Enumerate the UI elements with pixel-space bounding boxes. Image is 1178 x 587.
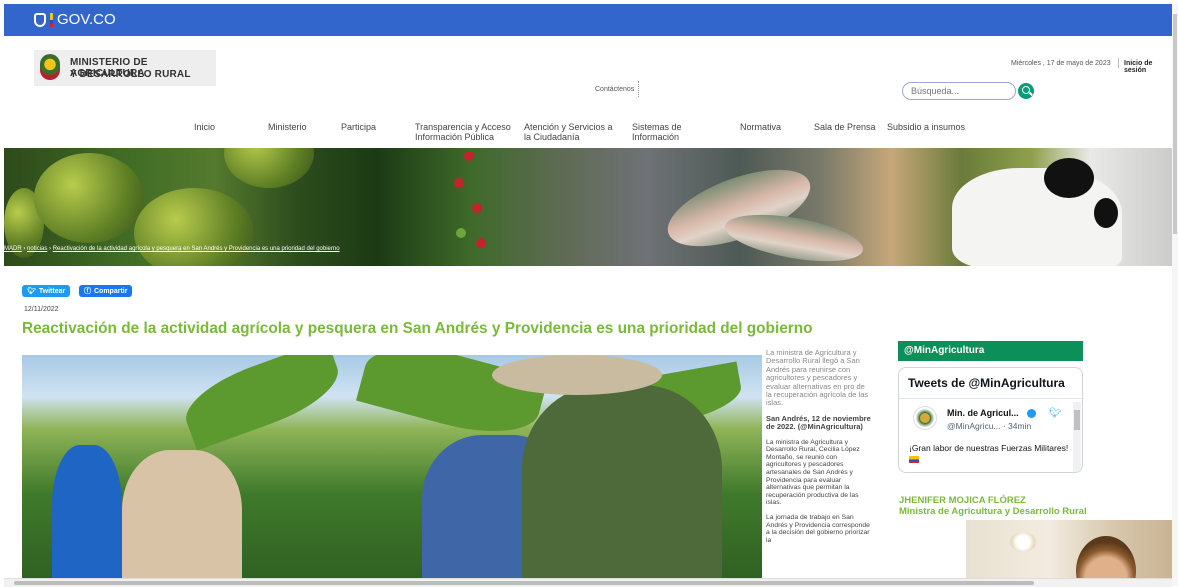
facebook-share-label: Compartir (94, 287, 128, 295)
nav-label: Transparencia y Acceso (415, 122, 511, 132)
person-figure (122, 450, 242, 586)
twitter-widget-header[interactable]: @MinAgricultura (898, 341, 1083, 361)
coat-of-arms-icon (40, 54, 60, 80)
facebook-icon: ⓕ (84, 288, 91, 295)
minister-info: JHENIFER MOJICA FLÓREZ Ministra de Agric… (899, 495, 1087, 517)
twitter-bird-icon[interactable]: 🐦︎ (1049, 408, 1062, 419)
twitter-icon: 🐦︎ (27, 288, 36, 295)
hat (492, 355, 662, 395)
site-header: MINISTERIO DE AGRICULTURA Y DESARROLLO R… (4, 36, 1172, 148)
tweet-text: ¡Gran labor de nuestras Fuerzas Militare… (909, 443, 1069, 465)
ministry-logo[interactable]: MINISTERIO DE AGRICULTURA Y DESARROLLO R… (34, 50, 216, 86)
calf-spot (1044, 158, 1094, 198)
calf-spot (1094, 198, 1118, 228)
person-figure (52, 445, 122, 586)
nav-label-line2: la Ciudadanía (524, 132, 580, 142)
tweet-handle[interactable]: @MinAgricu... · 34min (947, 421, 1031, 431)
contact-separator (638, 81, 639, 97)
nav-item-sistemas[interactable]: Sistemas de Información (632, 122, 682, 142)
nav-label: Atención y Servicios a (524, 122, 613, 132)
nav-label: Normativa (740, 122, 782, 132)
coffee-berry (456, 228, 466, 238)
nav-item-participa[interactable]: Participa (341, 122, 376, 132)
twitter-timeline-title[interactable]: Tweets de @MinAgricultura (908, 376, 1065, 390)
article-side-text: La ministra de Agricultura y Desarrollo … (766, 348, 872, 551)
nav-label-line2: Información (632, 132, 680, 142)
coffee-berry (454, 178, 464, 188)
search-box[interactable] (902, 82, 1016, 100)
nav-label: Sistemas de (632, 122, 682, 132)
nav-item-normativa[interactable]: Normativa (740, 122, 781, 132)
login-link[interactable]: Inicio de sesión (1124, 60, 1172, 74)
verified-icon (1027, 409, 1036, 418)
current-date: Miércoles , 17 de mayo de 2023 (1011, 60, 1111, 67)
coffee-berry (476, 238, 486, 248)
contact-link[interactable]: Contáctenos (595, 86, 634, 93)
nav-label-line2: Información Pública (415, 132, 495, 142)
header-separator (1118, 58, 1119, 68)
vertical-scrollbar[interactable] (1172, 4, 1178, 586)
breadcrumb-section[interactable]: noticias (27, 246, 47, 252)
article-date: 12/11/2022 (24, 306, 59, 313)
avocado-image (224, 148, 314, 188)
minister-name: JHENIFER MOJICA FLÓREZ (899, 495, 1026, 506)
gov-co-bar: GOV.CO (4, 4, 1172, 36)
nav-item-subsidio[interactable]: Subsidio a insumos (887, 122, 965, 132)
nav-label: Inicio (194, 122, 216, 132)
gov-co-logo[interactable]: GOV.CO (34, 11, 116, 28)
chandelier (1010, 532, 1036, 552)
coffee-berry (472, 203, 482, 213)
colombia-flag-icon (909, 456, 919, 464)
nav-item-sala-prensa[interactable]: Sala de Prensa (814, 122, 876, 132)
trout-image (721, 206, 867, 266)
colombia-flag-icon (50, 12, 53, 27)
nav-item-transparencia[interactable]: Transparencia y Acceso Información Públic… (415, 122, 511, 142)
nav-item-inicio[interactable]: Inicio (194, 122, 215, 132)
article-body-paragraph: La jornada de trabajo en San Andrés y Pr… (766, 514, 870, 544)
article-title: Reactivación de la actividad agrícola y … (22, 320, 813, 337)
coffee-berry (464, 151, 474, 161)
avocado-image (34, 153, 144, 243)
avocado-image (134, 188, 254, 266)
nav-label: Subsidio a insumos (887, 122, 966, 132)
divider (899, 398, 1082, 399)
minister-photo (966, 520, 1172, 586)
article-body-paragraph: La ministra de Agricultura y Desarrollo … (766, 438, 860, 507)
timeline-scrollbar[interactable] (1073, 402, 1081, 472)
twitter-timeline[interactable]: Tweets de @MinAgricultura Min. de Agricu… (898, 367, 1083, 473)
banana-leaf (176, 355, 348, 451)
person-figure (522, 385, 722, 586)
search-input[interactable] (911, 86, 1011, 96)
twitter-share-button[interactable]: 🐦︎ Twittear (22, 285, 71, 297)
facebook-share-button[interactable]: ⓕ Compartir (79, 285, 133, 297)
scrollbar-thumb[interactable] (1173, 14, 1177, 234)
avatar[interactable] (913, 406, 937, 430)
search-button[interactable] (1018, 83, 1034, 99)
nav-label: Ministerio (268, 122, 307, 132)
nav-label: Sala de Prensa (814, 122, 876, 132)
breadcrumb-home[interactable]: MADR (4, 246, 22, 252)
twitter-share-label: Twittear (38, 287, 66, 295)
breadcrumb: MADR › noticias › Reactivación de la act… (4, 246, 340, 252)
nav-label: Participa (341, 122, 377, 132)
tweet-text-content: ¡Gran labor de nuestras Fuerzas Militare… (909, 443, 1069, 453)
gov-shield-icon (34, 12, 46, 27)
nav-item-ministerio[interactable]: Ministerio (268, 122, 307, 132)
nav-item-atencion[interactable]: Atención y Servicios a la Ciudadanía (524, 122, 613, 142)
article-photo (22, 355, 762, 586)
scrollbar-thumb[interactable] (14, 581, 1034, 585)
article-dateline: San Andrés, 12 de noviembre de 2022. (@M… (766, 413, 871, 432)
ministry-name-line2: Y DESARROLLO RURAL (70, 69, 191, 80)
tweet-author[interactable]: Min. de Agricul... (947, 408, 1019, 418)
minister-role: Ministra de Agricultura y Desarrollo Rur… (899, 506, 1087, 517)
article-summary: La ministra de Agricultura y Desarrollo … (766, 348, 869, 408)
breadcrumb-current[interactable]: Reactivación de la actividad agrícola y … (53, 246, 340, 252)
gov-co-logo-text: GOV.CO (57, 11, 116, 28)
